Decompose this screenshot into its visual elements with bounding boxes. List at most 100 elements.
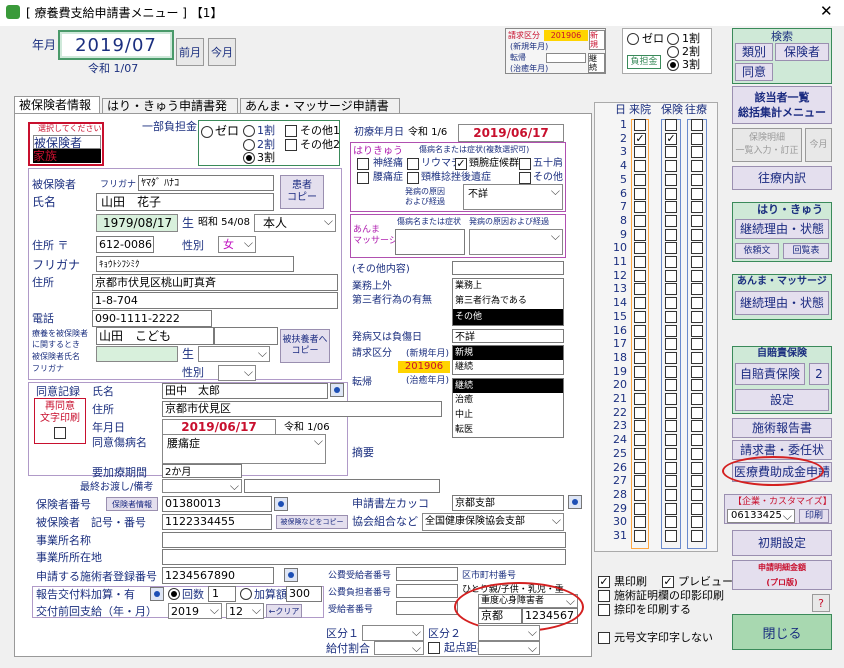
hari-keizoku-button[interactable]: 継続理由・状態 bbox=[735, 219, 829, 239]
visit-checkbox[interactable] bbox=[634, 187, 646, 200]
zip-input[interactable]: 612-0086 bbox=[96, 236, 154, 253]
hoken-checkbox[interactable] bbox=[665, 434, 677, 447]
visit-checkbox[interactable] bbox=[634, 447, 646, 460]
ikusei-button[interactable]: 申請明細金額 (プロ版) bbox=[732, 560, 832, 590]
dep-copy-button[interactable]: 被扶養者へ コピー bbox=[280, 329, 330, 363]
hihoken-copy-button[interactable]: 被保険などをコピー bbox=[276, 515, 348, 529]
ourai-checkbox[interactable] bbox=[691, 283, 703, 296]
ourai-checkbox[interactable] bbox=[691, 228, 703, 241]
honnin-select[interactable]: 本人 bbox=[254, 214, 336, 232]
kohi2-input[interactable] bbox=[396, 584, 458, 598]
ourai-checkbox[interactable] bbox=[691, 475, 703, 488]
hoken-checkbox[interactable] bbox=[665, 447, 677, 460]
hoken-checkbox[interactable] bbox=[665, 256, 677, 268]
seikyu-kubun-list[interactable]: 新規 継続 bbox=[452, 345, 564, 375]
sonota-input[interactable] bbox=[452, 261, 564, 275]
ourai-checkbox[interactable] bbox=[691, 201, 703, 214]
ourai-checkbox[interactable] bbox=[691, 488, 703, 501]
hoken-checkbox[interactable]: ✓ bbox=[665, 132, 677, 145]
dep-sex-select[interactable] bbox=[218, 365, 256, 381]
visit-checkbox[interactable] bbox=[634, 461, 646, 474]
hoken-checkbox[interactable] bbox=[665, 530, 677, 542]
kiten-select[interactable] bbox=[478, 641, 540, 656]
hoken-checkbox[interactable] bbox=[665, 310, 677, 323]
option-kazoku[interactable]: 家族 bbox=[33, 149, 101, 163]
preview-checkbox[interactable]: ✓ bbox=[662, 576, 674, 588]
futan-three-radio[interactable] bbox=[667, 59, 679, 71]
visit-checkbox[interactable] bbox=[634, 393, 646, 405]
kiten-checkbox[interactable] bbox=[428, 642, 440, 654]
hassei-select[interactable]: 不詳 bbox=[463, 184, 563, 210]
ourai-checkbox[interactable] bbox=[691, 256, 703, 268]
hoken-checkbox[interactable] bbox=[665, 228, 677, 241]
month-select[interactable]: 12 bbox=[226, 603, 264, 619]
option-hihokensha[interactable]: 被保険者 bbox=[33, 135, 101, 150]
hoken-checkbox[interactable] bbox=[665, 160, 677, 173]
ourai-checkbox[interactable] bbox=[691, 393, 703, 405]
year-select[interactable]: 2019 bbox=[168, 603, 222, 619]
hoken-checkbox[interactable] bbox=[665, 146, 677, 159]
ourai-checkbox[interactable] bbox=[691, 447, 703, 460]
jibai-settei-button[interactable]: 設定 bbox=[735, 389, 829, 411]
ourai-checkbox[interactable] bbox=[691, 187, 703, 200]
ourai-checkbox[interactable] bbox=[691, 242, 703, 255]
visit-checkbox[interactable] bbox=[634, 434, 646, 447]
visit-checkbox[interactable] bbox=[634, 297, 646, 310]
futan-button[interactable]: 負担金 bbox=[627, 55, 661, 69]
ichibu-three-radio[interactable] bbox=[243, 152, 255, 164]
reprint-checkbox[interactable] bbox=[54, 427, 66, 439]
this-month-button[interactable]: 今月 bbox=[208, 38, 236, 66]
visit-checkbox[interactable] bbox=[634, 160, 646, 173]
anma-keizoku-button[interactable]: 継続理由・状態 bbox=[735, 291, 829, 315]
ourai-checkbox[interactable] bbox=[691, 269, 703, 282]
kubun2-select[interactable] bbox=[478, 625, 540, 641]
doui-byomei-select[interactable]: 腰痛症 bbox=[162, 434, 326, 464]
other1-checkbox[interactable] bbox=[285, 125, 297, 137]
clear-button[interactable]: ←クリア bbox=[266, 604, 302, 618]
hoken-checkbox[interactable] bbox=[665, 297, 677, 310]
keitsui-checkbox[interactable] bbox=[407, 172, 419, 184]
visit-checkbox[interactable] bbox=[634, 269, 646, 282]
kairan-button[interactable]: 回覧表 bbox=[783, 243, 829, 259]
hoken-checkbox[interactable] bbox=[665, 475, 677, 488]
shomei-checkbox[interactable] bbox=[598, 590, 610, 602]
kigyo-select[interactable]: 06133425 bbox=[727, 509, 795, 524]
futan-two-radio[interactable] bbox=[667, 46, 679, 58]
rheumatism-checkbox[interactable] bbox=[407, 158, 419, 170]
irai-button[interactable]: 依頼文 bbox=[735, 243, 779, 259]
visit-checkbox[interactable] bbox=[634, 214, 646, 227]
ourai-checkbox[interactable] bbox=[691, 351, 703, 364]
jibai-2-button[interactable]: 2 bbox=[809, 363, 829, 385]
doui-kikan-input[interactable]: 2か月 bbox=[162, 464, 242, 478]
tenki-list[interactable]: 継続 治癒 中止 転医 bbox=[452, 378, 564, 438]
ourai-checkbox[interactable] bbox=[691, 173, 703, 186]
visit-checkbox[interactable] bbox=[634, 283, 646, 296]
visit-checkbox[interactable] bbox=[634, 502, 646, 515]
close-icon[interactable]: ✕ bbox=[820, 4, 833, 19]
shijutsu-report-button[interactable]: 施術報告書 bbox=[732, 418, 832, 438]
hoken-checkbox[interactable] bbox=[665, 502, 677, 515]
visit-checkbox[interactable] bbox=[634, 420, 646, 433]
visit-checkbox[interactable] bbox=[634, 201, 646, 214]
ourai-checkbox[interactable] bbox=[691, 420, 703, 433]
hoken-checkbox[interactable] bbox=[665, 393, 677, 405]
visit-checkbox[interactable] bbox=[634, 338, 646, 351]
visit-checkbox[interactable] bbox=[634, 310, 646, 323]
kubun1-select[interactable] bbox=[362, 625, 424, 641]
visit-checkbox[interactable] bbox=[634, 146, 646, 159]
kaisu-radio[interactable] bbox=[168, 588, 180, 600]
kasan-radio[interactable] bbox=[240, 588, 252, 600]
furigana-input[interactable]: ﾔﾏﾀﾞ ﾊﾅｺ bbox=[138, 175, 274, 191]
hoken-checkbox[interactable] bbox=[665, 338, 677, 351]
hoken-checkbox[interactable] bbox=[665, 242, 677, 255]
hoken-checkbox[interactable] bbox=[665, 119, 677, 131]
ourai-checkbox[interactable] bbox=[691, 338, 703, 351]
visit-checkbox[interactable] bbox=[634, 119, 646, 131]
ourai-checkbox[interactable] bbox=[691, 214, 703, 227]
doui-name-button[interactable] bbox=[330, 383, 344, 397]
visit-checkbox[interactable] bbox=[634, 256, 646, 268]
ourai-checkbox[interactable] bbox=[691, 324, 703, 337]
touroku-button[interactable] bbox=[284, 568, 298, 582]
ourai-checkbox[interactable] bbox=[691, 119, 703, 131]
addr2-input[interactable]: 1-8-704 bbox=[92, 292, 338, 309]
